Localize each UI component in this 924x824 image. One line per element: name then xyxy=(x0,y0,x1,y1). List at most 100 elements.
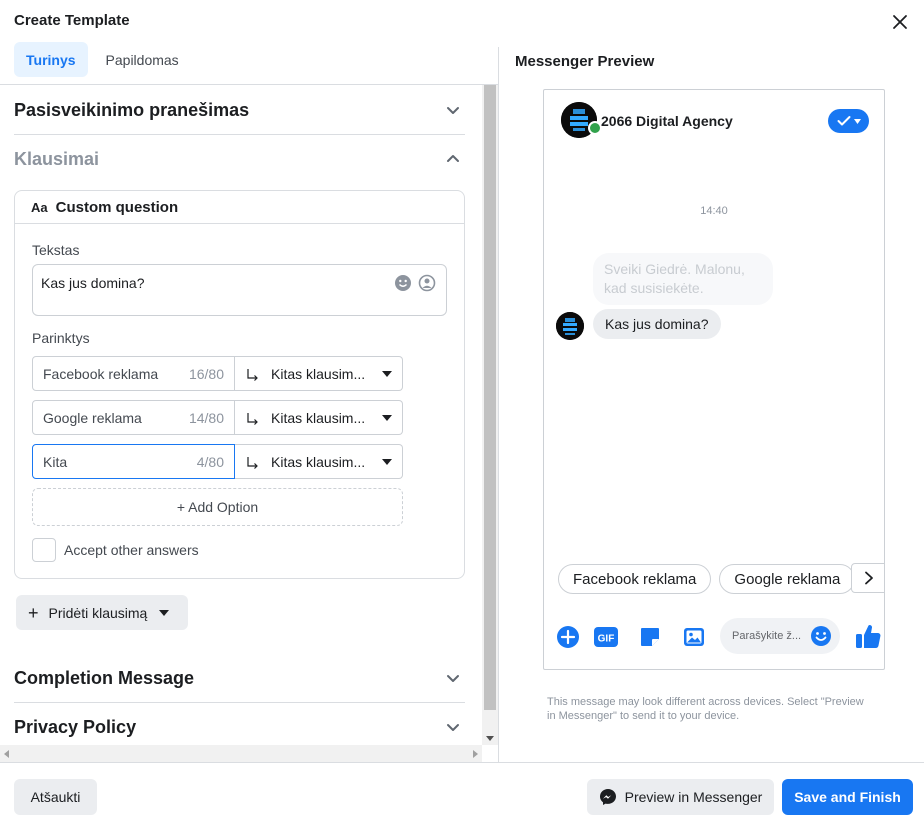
chevron-up-icon xyxy=(447,155,459,162)
quick-replies-next-button[interactable] xyxy=(851,563,884,593)
option-next-select[interactable]: Kitas klausim... xyxy=(235,400,403,435)
text-label: Tekstas xyxy=(32,242,80,258)
section-completion-label: Completion Message xyxy=(14,667,195,688)
messenger-icon xyxy=(599,789,616,805)
message-composer: GIF Parašykite ž... xyxy=(544,618,884,658)
tab-papildomas[interactable]: Papildomas xyxy=(94,42,191,77)
caret-down-icon xyxy=(382,458,392,465)
bot-avatar xyxy=(556,312,584,340)
sticker-icon[interactable] xyxy=(638,625,662,649)
section-privacy-label: Privacy Policy xyxy=(14,716,137,737)
check-icon xyxy=(837,116,850,126)
option-input[interactable]: Kita 4/80 xyxy=(32,444,235,479)
accept-other-row: Accept other answers xyxy=(32,538,199,562)
option-next-value: Kitas klausim... xyxy=(271,453,366,470)
personalize-icon[interactable] xyxy=(418,274,436,292)
preview-in-messenger-button[interactable]: Preview in Messenger xyxy=(587,779,774,815)
branch-arrow-icon xyxy=(247,368,258,381)
dialog-title: Create Template xyxy=(14,12,130,29)
chevron-down-icon xyxy=(447,724,459,731)
save-and-finish-button[interactable]: Save and Finish xyxy=(782,779,913,815)
question-text-value: Kas jus domina? xyxy=(41,275,145,291)
option-value: Google reklama xyxy=(43,409,142,426)
add-option-button[interactable]: + Add Option xyxy=(32,488,403,526)
option-value: Kita xyxy=(43,453,68,470)
quick-replies: Facebook reklama Google reklama xyxy=(558,564,856,594)
option-input[interactable]: Google reklama 14/80 xyxy=(32,400,235,435)
preview-options-button[interactable] xyxy=(828,109,869,133)
section-questions[interactable]: Klausimai xyxy=(14,135,465,183)
close-icon[interactable] xyxy=(890,12,910,32)
branch-arrow-icon xyxy=(247,456,258,469)
emoji-icon[interactable] xyxy=(394,274,412,292)
footer-divider xyxy=(0,762,924,763)
section-greeting-label: Pasisveikinimo pranešimas xyxy=(14,99,250,120)
preview-disclaimer: This message may look different across d… xyxy=(547,696,864,722)
option-value: Facebook reklama xyxy=(43,365,159,382)
quick-reply[interactable]: Google reklama xyxy=(719,564,856,594)
caret-down-icon xyxy=(853,118,861,124)
message-input-placeholder: Parašykite ž... xyxy=(732,630,802,642)
editor-panel: Pasisveikinimo pranešimas Klausimai Aa C… xyxy=(0,85,482,745)
question-card: Aa Custom question Tekstas Kas jus domin… xyxy=(14,190,465,579)
chevron-right-icon xyxy=(864,571,873,585)
messenger-preview-frame: 2066 Digital Agency 14:40 Sveiki Giedrė.… xyxy=(543,89,885,670)
emoji-icon[interactable] xyxy=(810,625,832,647)
option-next-select[interactable]: Kitas klausim... xyxy=(235,356,403,391)
plus-icon: + xyxy=(28,602,39,623)
cancel-button[interactable]: Atšaukti xyxy=(14,779,97,815)
option-next-select[interactable]: Kitas klausim... xyxy=(235,444,403,479)
panel-divider xyxy=(498,47,499,763)
text-format-icon: Aa xyxy=(31,199,48,215)
quick-reply[interactable]: Facebook reklama xyxy=(558,564,712,594)
question-text-input[interactable]: Kas jus domina? xyxy=(32,264,447,316)
message-input[interactable]: Parašykite ž... xyxy=(720,618,840,654)
preview-in-messenger-label: Preview in Messenger xyxy=(624,789,763,805)
option-row: Facebook reklama 16/80 Kitas klausim... xyxy=(32,356,403,391)
accept-other-checkbox[interactable] xyxy=(32,538,56,562)
option-char-count: 4/80 xyxy=(196,453,224,470)
add-question-label: Pridėti klausimą xyxy=(48,604,148,621)
tab-bar: Turinys Papildomas xyxy=(14,42,191,77)
option-next-value: Kitas klausim... xyxy=(271,365,366,382)
caret-down-icon xyxy=(382,414,392,421)
greeting-message-bubble: Sveiki Giedrė. Malonu, kad susisiekėte. xyxy=(593,253,773,305)
photo-icon[interactable] xyxy=(682,625,706,649)
section-greeting[interactable]: Pasisveikinimo pranešimas xyxy=(14,86,465,134)
section-privacy[interactable]: Privacy Policy xyxy=(14,703,465,745)
option-input[interactable]: Facebook reklama 16/80 xyxy=(32,356,235,391)
gif-label: GIF xyxy=(598,634,615,645)
option-row: Kita 4/80 Kitas klausim... xyxy=(32,444,403,479)
chevron-down-icon xyxy=(447,107,459,114)
scroll-right-icon[interactable] xyxy=(473,750,478,758)
section-completion[interactable]: Completion Message xyxy=(14,654,465,702)
option-row: Google reklama 14/80 Kitas klausim... xyxy=(32,400,403,435)
question-message-bubble: Kas jus domina? xyxy=(593,309,721,339)
gif-icon[interactable]: GIF xyxy=(593,625,619,649)
add-question-button[interactable]: + Pridėti klausimą xyxy=(16,595,188,630)
message-timestamp: 14:40 xyxy=(700,205,728,217)
online-status-indicator xyxy=(588,121,602,135)
accept-other-label: Accept other answers xyxy=(64,542,199,558)
option-next-value: Kitas klausim... xyxy=(271,409,366,426)
plus-circle-icon[interactable] xyxy=(556,625,580,649)
chevron-down-icon xyxy=(447,675,459,682)
vertical-scrollbar[interactable] xyxy=(482,85,498,745)
caret-down-icon xyxy=(159,609,170,616)
question-type-label: Custom question xyxy=(55,198,179,216)
section-questions-label: Klausimai xyxy=(14,148,100,169)
horizontal-scrollbar[interactable] xyxy=(0,745,482,762)
tab-turinys[interactable]: Turinys xyxy=(14,42,88,77)
page-name: 2066 Digital Agency xyxy=(601,113,733,129)
option-char-count: 16/80 xyxy=(188,365,224,382)
caret-down-icon xyxy=(382,370,392,377)
scroll-left-icon[interactable] xyxy=(4,750,9,758)
scroll-down-icon[interactable] xyxy=(486,736,494,741)
thumbs-up-icon[interactable] xyxy=(854,622,882,650)
agency-logo-icon xyxy=(556,312,584,340)
question-type-header[interactable]: Aa Custom question xyxy=(15,191,464,224)
options-label: Parinktys xyxy=(32,330,90,346)
option-char-count: 14/80 xyxy=(188,409,224,426)
scrollbar-thumb[interactable] xyxy=(484,85,496,710)
preview-title: Messenger Preview xyxy=(515,53,655,70)
